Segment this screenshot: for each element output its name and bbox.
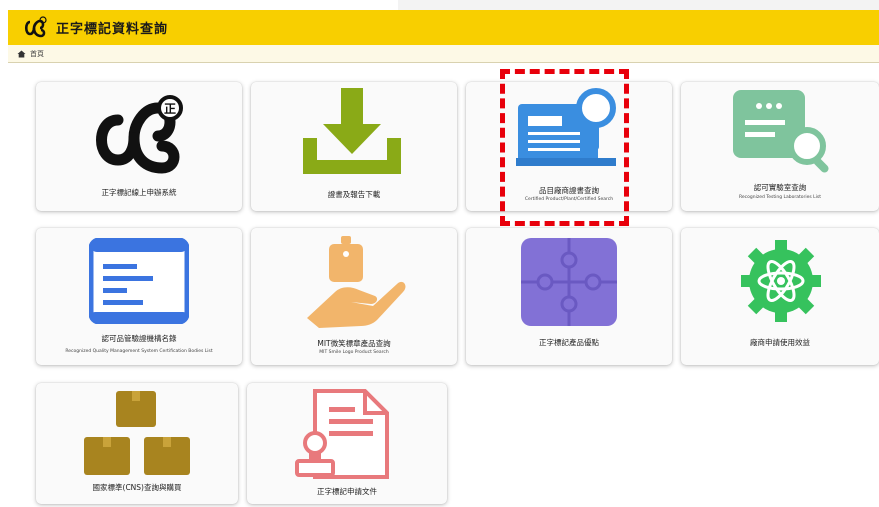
tile-online-application[interactable]: 正 正字標記線上申辦系統: [36, 82, 242, 211]
tile-title: 正字標記線上申辦系統: [101, 188, 177, 197]
tile-quality-bodies-list[interactable]: 認可品管驗證機構名錄 Recognized Quality Management…: [36, 228, 242, 365]
tile-subtitle: Recognized Testing Laboratories List: [738, 195, 822, 200]
tile-lab-search[interactable]: 認可實驗室查詢 Recognized Testing Laboratories …: [681, 82, 879, 211]
tile-application-documents[interactable]: 正字標記申請文件: [247, 383, 447, 504]
puzzle-icon: [521, 238, 617, 326]
tile-title: 廠商申請使用效益: [750, 338, 810, 347]
breadcrumb: 首頁: [8, 45, 879, 63]
site-title: 正字標記資料查詢: [56, 22, 169, 37]
top-strip: [0, 0, 879, 17]
list-window-icon: [89, 238, 189, 324]
download-icon: [303, 88, 401, 174]
home-icon[interactable]: [17, 50, 26, 58]
tile-certificate-download[interactable]: 證書及報告下載: [251, 82, 457, 211]
tile-title: 正字標記產品優點: [539, 338, 599, 347]
tile-cns-standards[interactable]: 國家標準(CNS)查詢與購買: [36, 383, 238, 504]
tile-mit-smile-search[interactable]: MIT微笑標章產品查詢 MIT Smile Logo Product Searc…: [251, 228, 457, 365]
svg-text:正: 正: [164, 102, 176, 116]
tile-title: 認可實驗室查詢: [753, 183, 807, 192]
atom-gear-icon: [741, 240, 821, 322]
site-header: 正字標記資料查詢: [8, 10, 879, 45]
hand-tag-icon: [307, 236, 406, 328]
tile-title: MIT微笑標章產品查詢: [317, 339, 391, 348]
document-stamp-icon: [295, 389, 389, 479]
tile-title: 認可品管驗證機構名錄: [101, 334, 177, 343]
breadcrumb-home-link[interactable]: 首頁: [30, 49, 44, 59]
tile-title: 正字標記申請文件: [317, 487, 377, 496]
cns-logo-icon[interactable]: [22, 15, 48, 40]
tile-product-advantages[interactable]: 正字標記產品優點: [466, 228, 672, 365]
tile-subtitle: MIT Smile Logo Product Search: [319, 350, 389, 355]
laboratory-search-icon: [733, 90, 829, 173]
tile-title: 證書及報告下載: [327, 190, 381, 199]
boxes-icon: [84, 391, 190, 475]
tile-application-benefits[interactable]: 廠商申請使用效益: [681, 228, 879, 365]
cns-logo-icon: 正: [96, 95, 183, 174]
tile-title: 國家標準(CNS)查詢與購買: [92, 483, 182, 492]
highlight-box: [500, 69, 629, 226]
tile-subtitle: Recognized Quality Management System Cer…: [65, 349, 213, 354]
